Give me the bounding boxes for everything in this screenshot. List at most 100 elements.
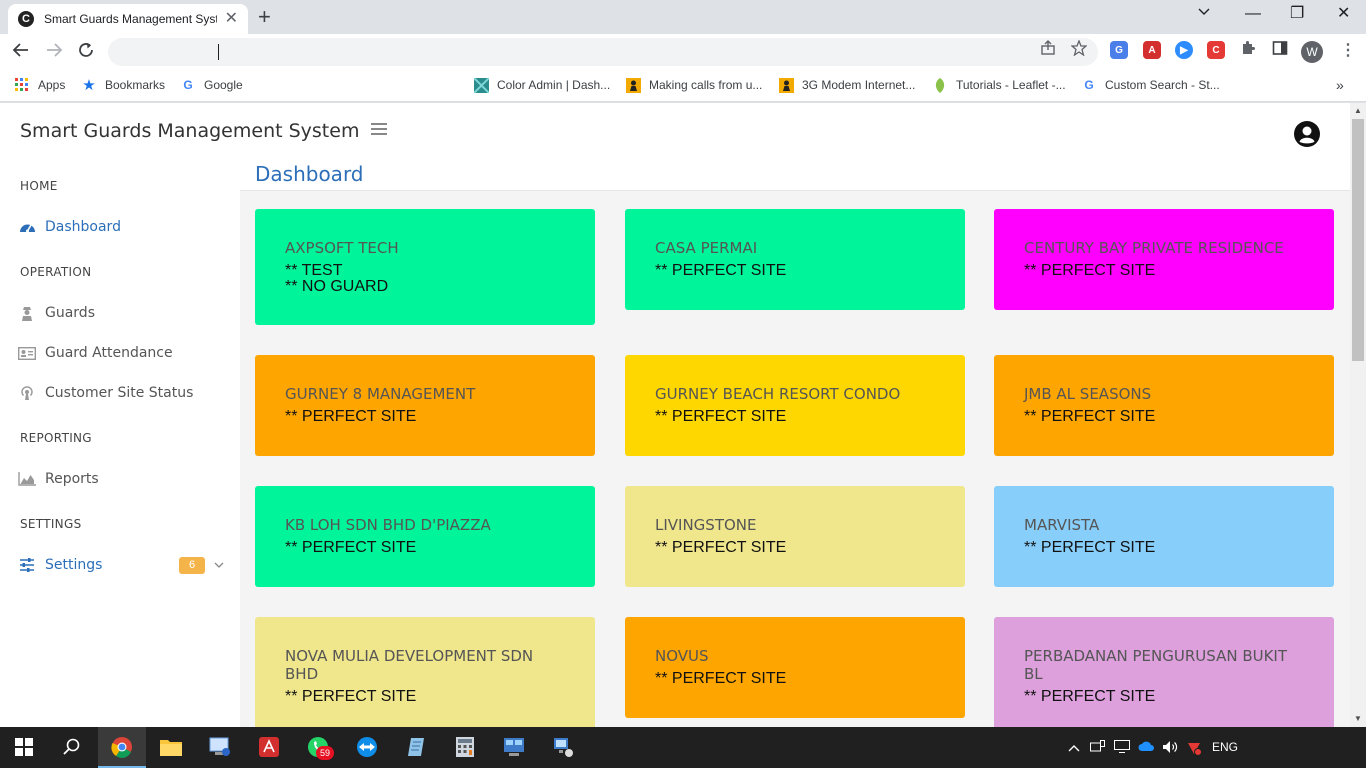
page-scrollbar[interactable]: ▲ ▼ [1350, 103, 1366, 727]
tray-overflow-chevron-icon[interactable] [1068, 740, 1080, 755]
bookmark-star-icon[interactable] [1070, 39, 1088, 60]
site-status-secondary: ** NO GUARD [285, 278, 389, 295]
site-status: ** PERFECT SITE [655, 539, 787, 556]
notepad-app-icon[interactable] [404, 735, 428, 759]
browser-menu-icon[interactable]: ⋮ [1340, 40, 1356, 60]
new-tab-button[interactable]: + [258, 5, 271, 29]
site-status: ** PERFECT SITE [655, 670, 787, 687]
bookmark-label: 3G Modem Internet... [802, 78, 916, 92]
site-card[interactable]: NOVA MULIA DEVELOPMENT SDN BHD ** PERFEC… [255, 617, 595, 727]
site-status: ** PERFECT SITE [655, 408, 787, 425]
chrome-icon[interactable] [110, 735, 134, 759]
tray-display-icon[interactable] [1114, 740, 1130, 756]
bookmark-making-calls[interactable]: Making calls from u... [625, 77, 762, 93]
tray-app-alert-icon[interactable] [1186, 740, 1202, 759]
bookmark-label: Google [204, 78, 243, 92]
c-extension-icon[interactable]: C [1207, 41, 1225, 59]
section-reporting: REPORTING [20, 431, 92, 445]
area-chart-icon [18, 470, 36, 488]
sidebar-item-label: Dashboard [45, 219, 121, 235]
zoom-extension-icon[interactable]: ▶ [1175, 41, 1193, 59]
pdf-extension-icon[interactable]: A [1143, 41, 1161, 59]
restore-button[interactable]: ❐ [1290, 4, 1304, 24]
site-card[interactable]: JMB AL SEASONS ** PERFECT SITE [994, 355, 1334, 456]
address-bar[interactable] [108, 38, 1098, 66]
scroll-up-arrow-icon[interactable]: ▲ [1354, 106, 1362, 115]
bookmarks-bar: Apps ★ Bookmarks G Google Color Admin | … [0, 70, 1366, 102]
scroll-thumb[interactable] [1352, 119, 1364, 361]
language-indicator[interactable]: ENG [1212, 740, 1238, 754]
site-status: ** TEST [285, 262, 343, 279]
apps-grid-icon [14, 77, 30, 93]
extensions-puzzle-icon[interactable] [1240, 40, 1256, 60]
file-explorer-icon[interactable] [159, 735, 183, 759]
sidebar-item-guards[interactable]: Guards [0, 301, 240, 325]
minimize-button[interactable]: — [1245, 4, 1261, 24]
site-name: PERBADANAN PENGURUSAN BUKIT BL [1024, 647, 1288, 683]
search-icon[interactable] [60, 735, 84, 759]
site-name: GURNEY BEACH RESORT CONDO [655, 385, 901, 403]
section-operation: OPERATION [20, 265, 92, 279]
bookmark-3g-modem[interactable]: 3G Modem Internet... [778, 77, 915, 93]
bookmark-leaflet[interactable]: Tutorials - Leaflet -... [932, 77, 1066, 93]
reload-icon[interactable] [77, 41, 95, 64]
bookmark-bookmarks[interactable]: ★ Bookmarks [81, 77, 165, 94]
side-panel-icon[interactable] [1272, 40, 1288, 60]
sidebar-item-settings[interactable]: Settings 6 [0, 553, 240, 577]
user-account-icon[interactable] [1294, 121, 1320, 147]
bookmark-google[interactable]: G Google [180, 77, 243, 93]
remote-desktop-icon[interactable] [208, 735, 232, 759]
teamviewer-icon[interactable] [355, 735, 379, 759]
app-title: Smart Guards Management System [20, 120, 360, 142]
calculator-icon[interactable] [453, 735, 477, 759]
site-card[interactable]: GURNEY 8 MANAGEMENT ** PERFECT SITE [255, 355, 595, 456]
onedrive-cloud-icon[interactable] [1138, 740, 1155, 755]
share-icon[interactable] [1040, 40, 1056, 60]
site-card[interactable]: CASA PERMAI ** PERFECT SITE [625, 209, 965, 310]
acrobat-icon[interactable] [257, 735, 281, 759]
control-panel-icon[interactable] [502, 735, 526, 759]
site-card[interactable]: CENTURY BAY PRIVATE RESIDENCE ** PERFECT… [994, 209, 1334, 310]
network-connections-icon[interactable] [551, 735, 575, 759]
bookmarks-overflow-icon[interactable]: » [1336, 77, 1344, 93]
tab-search-chevron-icon[interactable] [1197, 4, 1211, 24]
windows-start-icon[interactable] [12, 735, 36, 759]
chevron-down-icon[interactable] [214, 558, 224, 572]
site-status: ** PERFECT SITE [1024, 539, 1156, 556]
bookmark-apps[interactable]: Apps [14, 77, 65, 93]
browser-tab-strip: C Smart Guards Management System ✕ + — ❐… [0, 0, 1366, 34]
section-home: HOME [20, 179, 58, 193]
bookmark-color-admin[interactable]: Color Admin | Dash... [473, 77, 610, 93]
site-card[interactable]: NOVUS ** PERFECT SITE [625, 617, 965, 718]
sidebar-item-customer-site-status[interactable]: Customer Site Status [0, 381, 240, 405]
site-card[interactable]: MARVISTA ** PERFECT SITE [994, 486, 1334, 587]
site-card[interactable]: AXPSOFT TECH ** TEST ** NO GUARD [255, 209, 595, 325]
tab-close-icon[interactable]: ✕ [225, 11, 238, 27]
site-card[interactable]: LIVINGSTONE ** PERFECT SITE [625, 486, 965, 587]
bookmark-custom-search[interactable]: G Custom Search - St... [1081, 77, 1219, 93]
site-name: JMB AL SEASONS [1024, 385, 1152, 403]
dashboard-gauge-icon [18, 218, 36, 236]
back-arrow-icon[interactable] [12, 41, 30, 64]
sidebar-item-dashboard[interactable]: Dashboard [0, 215, 240, 239]
forward-arrow-icon[interactable] [45, 41, 63, 64]
menu-toggle-icon[interactable] [371, 123, 387, 136]
tray-network-adapter-icon[interactable] [1090, 740, 1105, 756]
window-close-button[interactable]: ✕ [1337, 4, 1350, 24]
bookmark-label: Color Admin | Dash... [497, 78, 611, 92]
site-card[interactable]: KB LOH SDN BHD D'PIAZZA ** PERFECT SITE [255, 486, 595, 587]
site-name: MARVISTA [1024, 516, 1100, 534]
page-title: Dashboard [255, 162, 364, 186]
site-card[interactable]: GURNEY BEACH RESORT CONDO ** PERFECT SIT… [625, 355, 965, 456]
site-card[interactable]: PERBADANAN PENGURUSAN BUKIT BL ** PERFEC… [994, 617, 1334, 727]
bookmark-label: Apps [38, 78, 66, 92]
id-card-icon [18, 344, 36, 362]
translate-extension-icon[interactable]: G [1110, 41, 1128, 59]
sidebar-item-reports[interactable]: Reports [0, 467, 240, 491]
profile-avatar[interactable]: W [1301, 41, 1323, 63]
scroll-down-arrow-icon[interactable]: ▼ [1354, 714, 1362, 723]
site-status: ** PERFECT SITE [285, 539, 417, 556]
volume-speaker-icon[interactable] [1162, 740, 1179, 757]
sidebar-item-guard-attendance[interactable]: Guard Attendance [0, 341, 240, 365]
browser-tab[interactable]: C Smart Guards Management System ✕ [8, 4, 248, 34]
